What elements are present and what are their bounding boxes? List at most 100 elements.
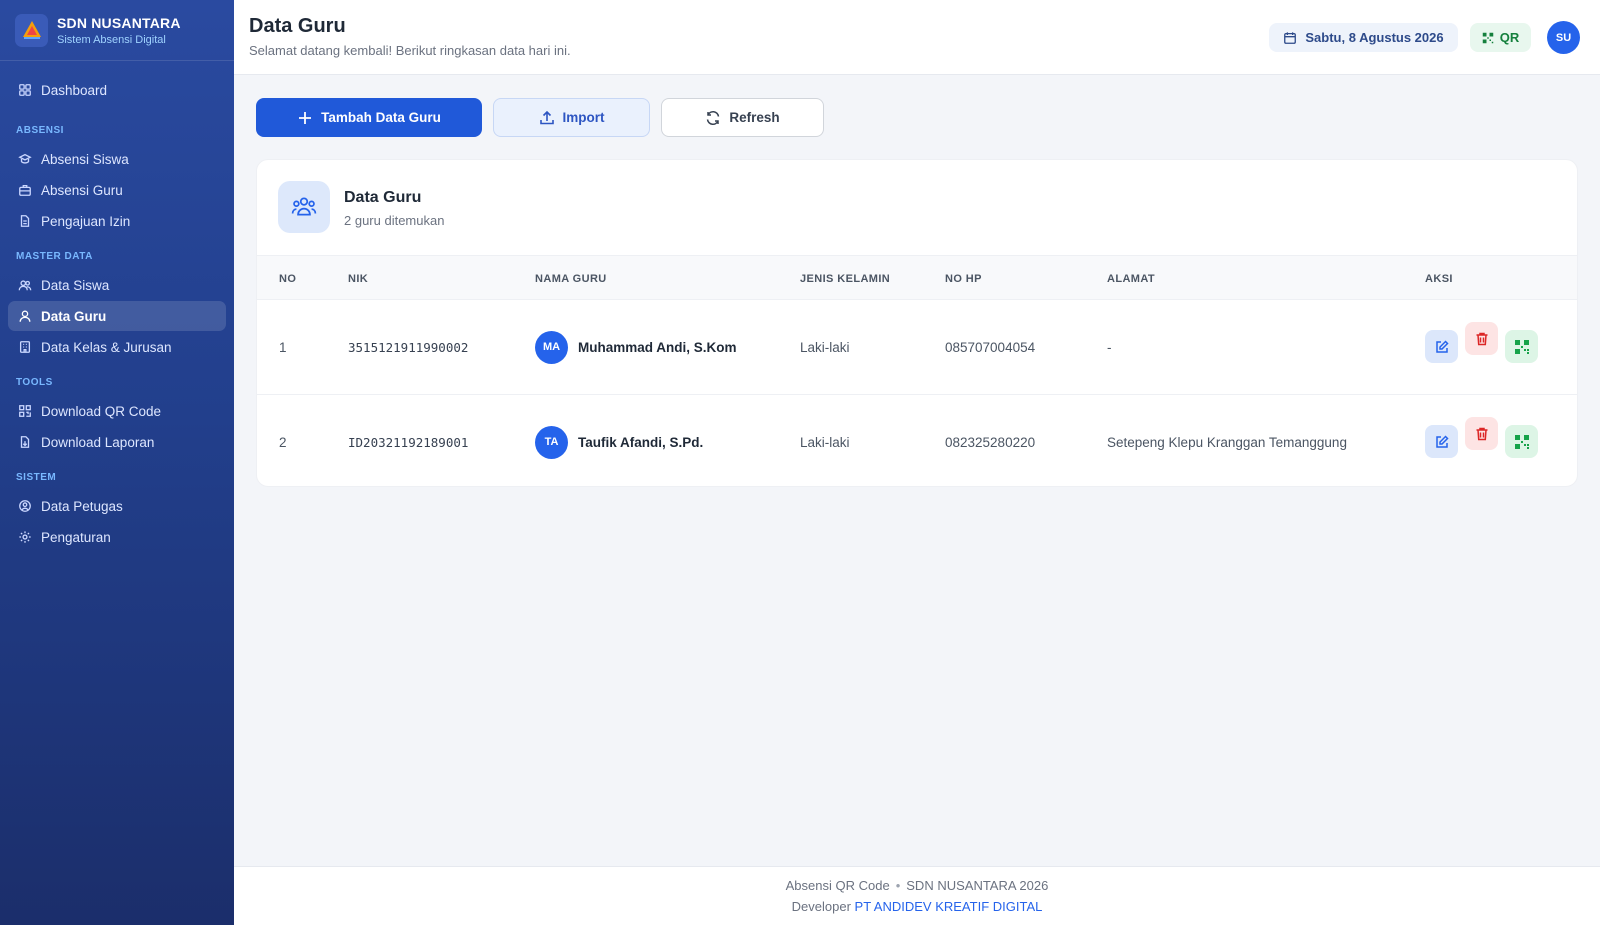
row-address: -: [1107, 339, 1112, 355]
footer-dev-prefix: Developer: [791, 899, 851, 914]
teacher-name: Muhammad Andi, S.Kom: [578, 339, 737, 355]
row-address: Setepeng Klepu Kranggan Temanggung: [1107, 434, 1347, 450]
table-row: 1 3515121911990002 MA Muhammad Andi, S.K…: [257, 300, 1577, 394]
qr-button[interactable]: QR: [1470, 23, 1531, 52]
row-nik: ID20321192189001: [348, 434, 469, 450]
row-gender: Laki-laki: [800, 339, 850, 355]
import-button[interactable]: Import: [493, 98, 650, 137]
sidebar-item-label: Absensi Siswa: [41, 151, 129, 167]
nav-section-absensi: ABSENSI: [16, 125, 64, 136]
teacher-name: Taufik Afandi, S.Pd.: [578, 434, 704, 450]
brand: SDN NUSANTARA Sistem Absensi Digital: [0, 0, 234, 61]
table-header: NO NIK NAMA GURU JENIS KELAMIN NO HP ALA…: [257, 255, 1577, 300]
row-phone: 085707004054: [945, 339, 1036, 355]
sidebar-item-pengaturan[interactable]: Pengaturan: [8, 522, 226, 552]
delete-button[interactable]: [1465, 417, 1498, 450]
column-header-nama-guru: NAMA GURU: [535, 273, 607, 285]
add-teacher-button[interactable]: Tambah Data Guru: [256, 98, 482, 137]
qr-code-icon: [1514, 339, 1529, 354]
school-logo: [15, 13, 48, 47]
sidebar-item-data-petugas[interactable]: Data Petugas: [8, 491, 226, 521]
sidebar-item-data-kelas-jurusan[interactable]: Data Kelas & Jurusan: [8, 332, 226, 362]
sidebar-item-label: Download QR Code: [41, 403, 162, 419]
footer-line-2: Developer PT ANDIDEV KREATIF DIGITAL: [234, 899, 1600, 914]
sidebar-item-pengajuan-izin[interactable]: Pengajuan Izin: [8, 206, 226, 236]
calendar-icon: [1284, 31, 1297, 44]
sidebar-item-label: Pengajuan Izin: [41, 213, 131, 229]
upload-icon: [539, 110, 554, 124]
row-phone: 082325280220: [945, 434, 1036, 450]
separator-dot: •: [895, 878, 901, 893]
sidebar-item-data-siswa[interactable]: Data Siswa: [8, 270, 226, 300]
qr-code-icon: [19, 405, 31, 417]
dashboard-icon: [19, 84, 31, 96]
column-header-jenis-kelamin: JENIS KELAMIN: [800, 273, 891, 285]
qr-code-button[interactable]: [1505, 330, 1538, 363]
edit-button[interactable]: [1425, 425, 1458, 458]
building-icon: [19, 341, 31, 353]
nav-section-sistem: SISTEM: [16, 472, 57, 483]
brand-name: SDN NUSANTARA: [57, 14, 181, 31]
qr-code-icon: [1514, 434, 1529, 449]
nav-section-master-data: MASTER DATA: [16, 251, 93, 262]
developer-link[interactable]: PT ANDIDEV KREATIF DIGITAL: [855, 899, 1043, 914]
sidebar-item-download-qr-code[interactable]: Download QR Code: [8, 396, 226, 426]
refresh-button[interactable]: Refresh: [661, 98, 824, 137]
sidebar-item-label: Data Petugas: [41, 498, 123, 514]
column-header-aksi: AKSI: [1425, 273, 1453, 285]
sidebar-item-data-guru[interactable]: Data Guru: [8, 301, 226, 331]
page-subtitle: Selamat datang kembali! Berikut ringkasa…: [249, 43, 571, 58]
plus-icon: [299, 111, 312, 124]
top-header: Data Guru Selamat datang kembali! Beriku…: [234, 0, 1600, 75]
qr-code-icon: [1482, 32, 1493, 43]
users-icon: [18, 280, 32, 291]
import-label: Import: [562, 110, 605, 125]
avatar: MA: [535, 330, 568, 364]
column-header-no: NO: [279, 273, 297, 285]
sidebar-item-label: Data Siswa: [41, 277, 110, 293]
column-header-nik: NIK: [348, 273, 369, 285]
user-avatar[interactable]: SU: [1547, 21, 1580, 54]
footer: Absensi QR Code • SDN NUSANTARA 2026 Devel…: [234, 866, 1600, 925]
card-title: Data Guru: [344, 189, 422, 206]
row-no: 2: [279, 434, 287, 450]
add-teacher-label: Tambah Data Guru: [321, 110, 441, 125]
refresh-icon: [707, 110, 720, 125]
row-name-cell: MA Muhammad Andi, S.Kom: [535, 300, 737, 394]
briefcase-icon: [19, 184, 31, 196]
date-text: Sabtu, 8 Agustus 2026: [1305, 30, 1444, 45]
user-icon: [19, 310, 31, 322]
row-nik: 3515121911990002: [348, 339, 469, 355]
delete-button[interactable]: [1465, 322, 1498, 355]
gear-icon: [19, 531, 31, 543]
refresh-label: Refresh: [729, 110, 780, 125]
sidebar-item-download-laporan[interactable]: Download Laporan: [8, 427, 226, 457]
sidebar-item-label: Download Laporan: [41, 434, 155, 450]
qr-label: QR: [1499, 30, 1520, 45]
footer-line-1: Absensi QR Code • SDN NUSANTARA 2026: [234, 878, 1600, 893]
sidebar-item-absensi-guru[interactable]: Absensi Guru: [8, 175, 226, 205]
sidebar-item-label: Pengaturan: [41, 529, 111, 545]
avatar: TA: [535, 425, 568, 459]
trash-icon: [1476, 332, 1487, 345]
sidebar-nav: Dashboard ABSENSI Absensi Siswa Absensi …: [0, 61, 234, 552]
sidebar-item-label: Absensi Guru: [41, 182, 123, 198]
brand-subtitle: Sistem Absensi Digital: [57, 33, 166, 46]
trash-icon: [1476, 427, 1487, 440]
column-header-no-hp: NO HP: [945, 273, 982, 285]
row-gender: Laki-laki: [800, 434, 850, 450]
sidebar-item-dashboard[interactable]: Dashboard: [8, 75, 226, 105]
teachers-group-icon: [278, 181, 330, 233]
user-circle-icon: [19, 500, 31, 512]
date-badge: Sabtu, 8 Agustus 2026: [1269, 23, 1458, 52]
footer-app-name: Absensi QR Code: [785, 878, 890, 893]
page-title: Data Guru: [249, 15, 346, 37]
sidebar-item-label: Dashboard: [41, 82, 108, 98]
qr-code-button[interactable]: [1505, 425, 1538, 458]
edit-icon: [1435, 434, 1449, 448]
card-subtitle: 2 guru ditemukan: [344, 213, 445, 228]
sidebar-item-absensi-siswa[interactable]: Absensi Siswa: [8, 144, 226, 174]
edit-button[interactable]: [1425, 330, 1458, 363]
table-row: 2 ID20321192189001 TA Taufik Afandi, S.P…: [257, 394, 1577, 486]
footer-school: SDN NUSANTARA 2026: [906, 878, 1049, 893]
